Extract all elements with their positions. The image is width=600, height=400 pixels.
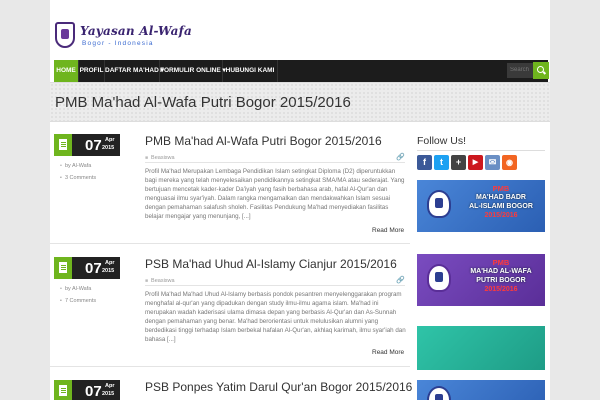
banner-year: 2015/2016 [484,286,518,293]
banner-mahad-al-wafa[interactable]: PMB MA'HAD AL-WAFA PUTRI BOGOR 2015/2016 [417,254,545,306]
post-date-box: 07 Apr 2015 [54,257,120,279]
post-title[interactable]: PMB Ma'had Al-Wafa Putri Bogor 2015/2016 [145,134,382,148]
divider [145,162,405,163]
nav-item-label: HUBUNGI KAMI [225,67,275,74]
nav-item-home[interactable]: HOME [54,60,79,82]
banner-text-block: PMB MA'HAD AL-WAFA PUTRI BOGOR 2015/2016 [457,258,545,294]
nav-item-label: PROFIL [79,67,104,74]
post-date-box: 07 Apr 2015 [54,134,120,156]
divider [417,150,545,151]
twitter-icon[interactable]: t [434,155,449,170]
post-date-year: 2015 [102,391,115,397]
post-author[interactable]: by Al-Wafa [60,163,120,169]
page-title-bar: PMB Ma'had Al-Wafa Putri Bogor 2015/2016 [50,82,550,122]
banner-line: PUTRI BOGOR [476,277,526,284]
post-comments[interactable]: 7 Comments [60,298,120,304]
post-date-year: 2015 [102,145,115,151]
banner-third[interactable] [417,326,545,370]
link-icon[interactable]: 🔗 [396,153,405,161]
post-divider [50,366,410,367]
rss-icon[interactable]: ◉ [502,155,517,170]
nav-item-label: DAFTAR MA'HAD [105,67,159,74]
nav-item-label: FORMULIR ONLINE [160,67,221,74]
post-date-box: 07 Apr 2015 [54,380,120,400]
logo-emblem-icon[interactable] [55,22,75,48]
post-format-badge [54,134,72,156]
link-icon[interactable]: 🔗 [396,276,405,284]
main-nav: HOME PROFIL DAFTAR MA'HAD ▾ FORMULIR ONL… [54,60,549,82]
email-icon[interactable]: ✉ [485,155,500,170]
search-icon[interactable] [533,62,549,79]
site-title[interactable]: Yayasan Al-Wafa [80,24,192,38]
nav-item-hubungi-kami[interactable]: HUBUNGI KAMI [223,60,278,82]
banner-fourth[interactable] [417,380,545,400]
banner-line: MA'HAD AL-WAFA [470,268,532,275]
post-item: 07 Apr 2015 by Al-Wafa 3 Comments PMB Ma… [50,134,410,239]
banner-line: AL-ISLAMI BOGOR [469,203,533,210]
post-date-year: 2015 [102,268,115,274]
post-date-day: 07 [85,137,102,154]
post-date-month: Apr [105,260,115,266]
document-icon [59,262,67,273]
site-subtitle: Bogor - Indonesia [82,40,154,47]
post-date-day: 07 [85,383,102,400]
post-excerpt: Profil Ma'had Merupakan Lembaga Pendidik… [145,168,405,220]
document-icon [59,385,67,396]
page-title: PMB Ma'had Al-Wafa Putri Bogor 2015/2016 [55,94,351,111]
read-more-link[interactable]: Read More [372,227,404,234]
post-category[interactable]: Beasiswa [145,278,175,284]
school-emblem-icon [427,386,451,400]
post-date-month: Apr [105,137,115,143]
post-item: 07 Apr 2015 PSB Ponpes Yatim Darul Qur'a… [50,380,412,400]
site-header: Yayasan Al-Wafa Bogor - Indonesia [50,0,550,60]
post-date-month: Apr [105,383,115,389]
post-format-badge [54,380,72,400]
youtube-icon[interactable]: ▶ [468,155,483,170]
site-wrapper: Yayasan Al-Wafa Bogor - Indonesia HOME P… [50,0,550,400]
document-icon [59,139,67,150]
nav-item-label: HOME [56,67,76,74]
banner-pmb-label: PMB [492,184,510,193]
school-emblem-icon [427,190,451,218]
banner-mahad-badr[interactable]: PMB MA'HAD BADR AL-ISLAMI BOGOR 2015/201… [417,180,545,232]
divider [145,285,405,286]
banner-year: 2015/2016 [484,212,518,219]
post-title[interactable]: PSB Ponpes Yatim Darul Qur'an Bogor 2015… [145,380,412,394]
search-input[interactable] [507,63,533,78]
post-divider [50,243,410,244]
school-emblem-icon [427,264,451,292]
post-comments[interactable]: 3 Comments [60,175,120,181]
read-more-link[interactable]: Read More [372,349,404,356]
follow-title: Follow Us! [417,135,467,147]
post-author[interactable]: by Al-Wafa [60,286,120,292]
nav-item-formulir-online[interactable]: FORMULIR ONLINE ▾ [160,60,226,82]
banner-line: MA'HAD BADR [476,194,526,201]
nav-item-daftar-mahad[interactable]: DAFTAR MA'HAD ▾ [105,60,164,82]
facebook-icon[interactable]: f [417,155,432,170]
post-item: 07 Apr 2015 by Al-Wafa 7 Comments PSB Ma… [50,257,410,362]
post-format-badge [54,257,72,279]
banner-pmb-label: PMB [492,258,510,267]
post-category[interactable]: Beasiswa [145,155,175,161]
post-excerpt: Profil Ma'had Ma'had Uhud Al-Islamy berb… [145,291,406,343]
post-date-day: 07 [85,260,102,277]
banner-text-block: PMB MA'HAD BADR AL-ISLAMI BOGOR 2015/201… [457,184,545,220]
nav-item-profil[interactable]: PROFIL [79,60,105,82]
google-plus-icon[interactable]: + [451,155,466,170]
post-title[interactable]: PSB Ma'had Uhud Al-Islamy Cianjur 2015/2… [145,257,397,271]
